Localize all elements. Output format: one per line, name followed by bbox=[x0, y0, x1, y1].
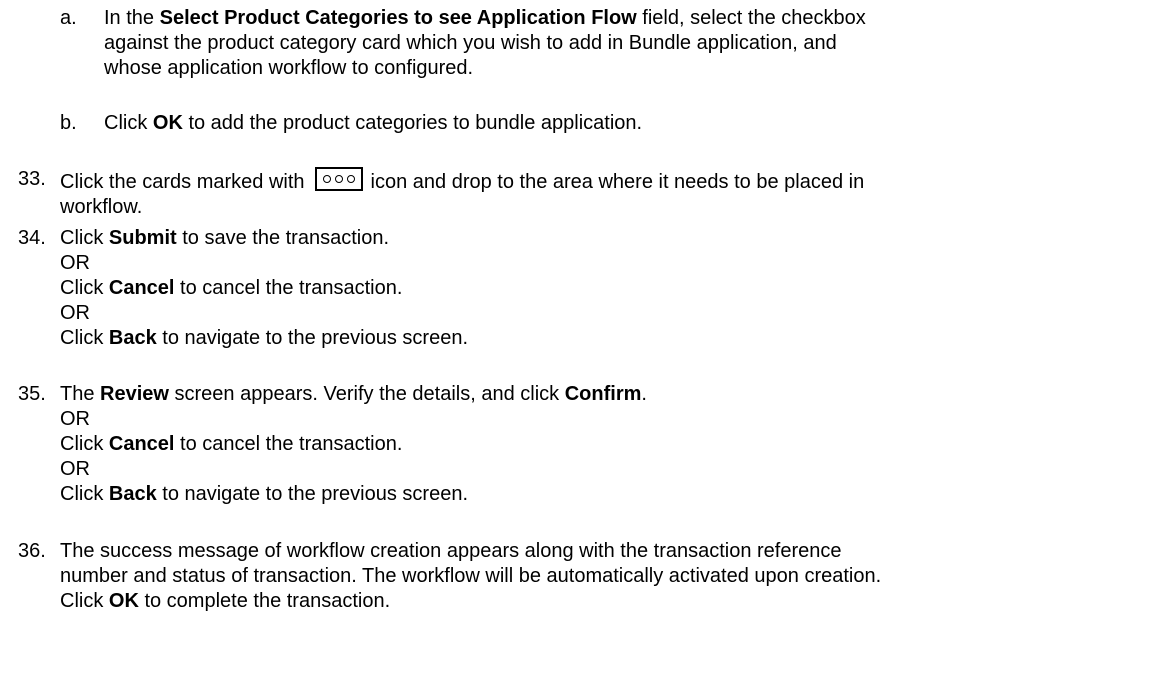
cancel-label: Cancel bbox=[108, 277, 175, 299]
field-name: Select Product Categories to see Applica… bbox=[159, 7, 637, 29]
substep-letter: a. bbox=[60, 7, 77, 29]
ok-label: OK bbox=[152, 112, 183, 134]
ok-label: OK bbox=[108, 590, 139, 612]
step-number: 33. bbox=[18, 168, 46, 190]
step-number: 34. bbox=[18, 227, 46, 249]
back-label: Back bbox=[108, 483, 157, 505]
confirm-label: Confirm bbox=[564, 383, 642, 405]
cancel-label: Cancel bbox=[108, 433, 175, 455]
step-number: 36. bbox=[18, 540, 46, 562]
back-label: Back bbox=[108, 327, 157, 349]
step-number: 35. bbox=[18, 383, 46, 405]
review-label: Review bbox=[100, 383, 169, 405]
submit-label: Submit bbox=[108, 227, 177, 249]
three-dots-icon bbox=[314, 167, 363, 191]
substep-letter: b. bbox=[60, 112, 77, 134]
